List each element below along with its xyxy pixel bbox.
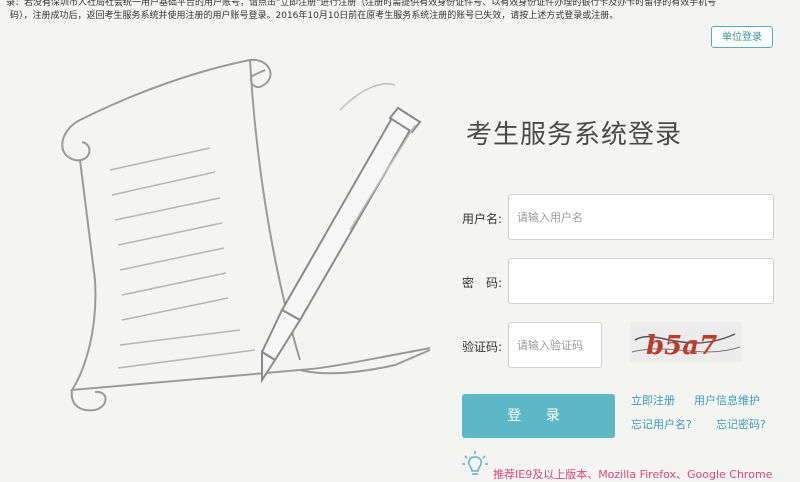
captcha-text: b5a7 [646,331,717,361]
page-title: 考生服务系统登录 [466,120,683,150]
password-input[interactable] [508,258,774,304]
register-link[interactable]: 立即注册 [631,392,675,408]
notice-line-2: 码），注册成功后，返回考生服务系统并使用注册的用户账号登录。2016年10月10… [10,11,619,21]
captcha-label: 验证码: [462,340,503,354]
unit-login-button[interactable]: 单位登录 [711,26,773,48]
notice-line-1: 录：若没有深圳市人社局社会统一用户基础平台的用户账号，请点击"立即注册"进行注册… [6,0,717,8]
forgot-password-link[interactable]: 忘记密码? [716,416,766,432]
captcha-image[interactable]: b5a7 [630,322,742,362]
registration-notice: 录：若没有深圳市人社局社会统一用户基础平台的用户账号，请点击"立即注册"进行注册… [6,0,776,23]
forgot-username-link[interactable]: 忘记用户名? [631,416,692,432]
lightbulb-icon [462,451,488,475]
password-label: 密 码: [462,276,503,290]
username-input[interactable] [508,194,774,240]
login-button[interactable]: 登 录 [462,394,615,438]
username-label: 用户名: [462,212,503,226]
paper-pen-illustration [61,58,431,412]
captcha-input[interactable] [508,322,602,368]
user-info-maintain-link[interactable]: 用户信息维护 [694,392,760,408]
